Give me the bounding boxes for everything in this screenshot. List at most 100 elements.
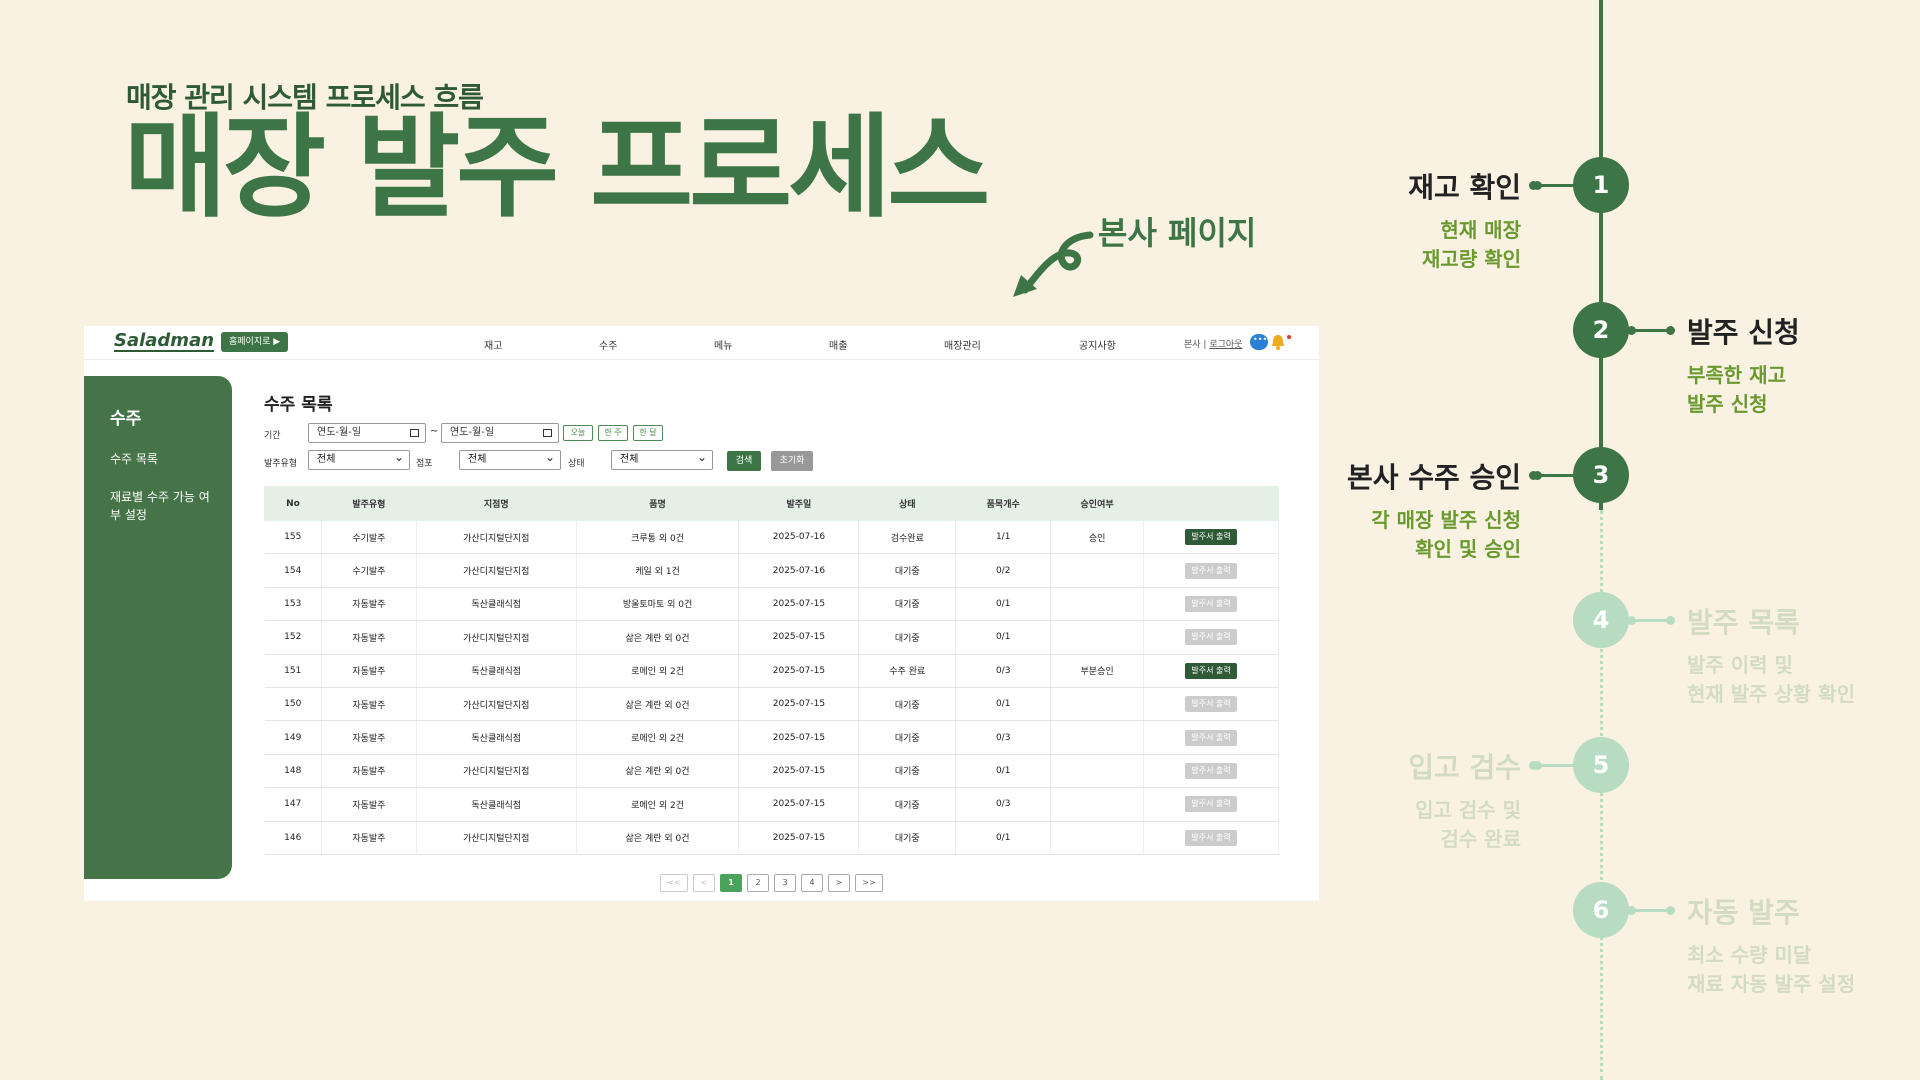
today-button[interactable]: 오늘	[563, 425, 593, 441]
print-order-button[interactable]: 발주서 출력	[1185, 529, 1238, 546]
print-order-button[interactable]: 발주서 출력	[1185, 762, 1238, 779]
print-order-button[interactable]: 발주서 출력	[1185, 562, 1238, 579]
print-order-button[interactable]: 발주서 출력	[1185, 662, 1238, 679]
table-row: 152 자동발주 가산디지털단지점 삶은 계란 외 0건 2025-07-15 대기중 0/…	[264, 620, 1279, 655]
cell-status: 대기중	[858, 620, 957, 655]
search-button[interactable]: 검색	[727, 451, 761, 471]
next-page-button[interactable]: >	[828, 874, 850, 892]
cell-approval: 부분승인	[1050, 654, 1145, 688]
user-separator: |	[1200, 340, 1210, 350]
table-row: 150 자동발주 가산디지털단지점 삶은 계란 외 0건 2025-07-15 대기중 0/…	[264, 687, 1279, 722]
col-action	[1143, 486, 1279, 521]
calendar-icon[interactable]	[410, 429, 419, 437]
cell-order-date: 2025-07-15	[738, 587, 860, 622]
page-4-button[interactable]: 4	[801, 874, 823, 892]
cell-order-type: 자동발주	[321, 687, 417, 722]
cell-action: 발주서 출력	[1143, 520, 1279, 555]
cell-no: 151	[264, 654, 322, 688]
orders-table: No 발주유형 지점명 품명 발주일 상태 품목개수 승인여부 155 수기발주 가…	[264, 486, 1279, 855]
sidebar: 수주 수주 목록 재료별 수주 가능 여부 설정	[84, 376, 232, 879]
cell-item-count: 0/3	[955, 787, 1052, 822]
step-6-description: 재료 자동 발주 설정	[1687, 972, 1856, 996]
step-5-circle: 5	[1573, 737, 1629, 793]
logout-link[interactable]: 로그아웃	[1209, 340, 1242, 350]
calendar-icon[interactable]	[543, 429, 552, 437]
cell-no: 148	[264, 754, 322, 789]
period-label: 기간	[264, 431, 281, 441]
step-1-circle: 1	[1573, 157, 1629, 213]
status-select[interactable]: 전체	[611, 448, 713, 470]
nav-inventory[interactable]: 재고	[484, 337, 502, 352]
step-3-description: 각 매장 발주 신청	[1371, 508, 1521, 532]
cell-store: 독산클래식점	[416, 720, 577, 755]
print-order-button[interactable]: 발주서 출력	[1185, 796, 1238, 813]
nav-store-management[interactable]: 매장관리	[944, 337, 981, 352]
cell-item-count: 0/1	[955, 587, 1052, 622]
home-page-button[interactable]: 홈페이지로 ▶	[221, 332, 289, 352]
reset-button[interactable]: 초기화	[771, 451, 813, 471]
start-date-input[interactable]: 연도-월-일	[308, 423, 426, 443]
start-date-placeholder: 연도-월-일	[317, 427, 362, 438]
cell-status: 대기중	[858, 553, 957, 588]
cell-action: 발주서 출력	[1143, 687, 1279, 722]
table-row: 151 자동발주 독산클래식점 로메인 외 2건 2025-07-15 수주 완료 0/3 부…	[264, 654, 1279, 688]
cell-item: 삶은 계란 외 0건	[576, 687, 740, 722]
cell-order-date: 2025-07-15	[738, 687, 860, 722]
sidebar-item-order-list[interactable]: 수주 목록	[110, 450, 220, 468]
col-approval: 승인여부	[1050, 486, 1145, 521]
cell-no: 149	[264, 720, 322, 755]
notification-dot	[1287, 335, 1291, 339]
step-2-connector	[1627, 326, 1675, 335]
cell-order-type: 자동발주	[321, 620, 417, 655]
cell-item: 로메인 외 2건	[576, 720, 740, 755]
page-1-button[interactable]: 1	[720, 874, 742, 892]
store-label: 점포	[416, 459, 433, 469]
prev-page-button[interactable]: <	[693, 874, 715, 892]
nav-notices[interactable]: 공지사항	[1079, 337, 1116, 352]
table-row: 148 자동발주 가산디지털단지점 삶은 계란 외 0건 2025-07-15 대기중 0/…	[264, 754, 1279, 789]
date-range-tilde: ~	[430, 426, 439, 437]
step-1-description: 재고량 확인	[1422, 247, 1521, 271]
cell-order-type: 수기발주	[321, 520, 417, 555]
cell-approval	[1050, 754, 1145, 789]
step-4-connector	[1627, 616, 1675, 625]
cell-store: 가산디지털단지점	[416, 553, 577, 588]
cell-item-count: 1/1	[955, 520, 1052, 555]
sidebar-item-ingredient-availability[interactable]: 재료별 수주 가능 여부 설정	[110, 488, 220, 524]
cell-action: 발주서 출력	[1143, 553, 1279, 588]
cell-action: 발주서 출력	[1143, 754, 1279, 789]
step-1-title: 재고 확인	[1408, 171, 1521, 204]
cell-order-type: 자동발주	[321, 720, 417, 755]
table-row: 149 자동발주 독산클래식점 로메인 외 2건 2025-07-15 대기중 0/3 발주서…	[264, 720, 1279, 755]
cell-approval	[1050, 553, 1145, 588]
top-nav: Saladman 홈페이지로 ▶ 재고 수주 메뉴 매출 매장관리 공지사항 본…	[84, 326, 1319, 360]
page-3-button[interactable]: 3	[774, 874, 796, 892]
step-4-description: 발주 이력 및	[1687, 653, 1793, 677]
bell-icon[interactable]	[1271, 334, 1285, 350]
last-page-button[interactable]: >>	[855, 874, 883, 892]
print-order-button[interactable]: 발주서 출력	[1185, 595, 1238, 612]
nav-menu[interactable]: 메뉴	[714, 337, 732, 352]
table-row: 147 자동발주 독산클래식점 로메인 외 2건 2025-07-15 대기중 0/3 발주서…	[264, 787, 1279, 822]
nav-sales[interactable]: 매출	[829, 337, 847, 352]
page-2-button[interactable]: 2	[747, 874, 769, 892]
store-select[interactable]: 전체	[459, 448, 561, 470]
chat-icon[interactable]	[1250, 334, 1268, 350]
cell-store: 가산디지털단지점	[416, 520, 577, 555]
logo[interactable]: Saladman	[114, 332, 215, 352]
status-label: 상태	[568, 459, 585, 469]
one-week-button[interactable]: 한 주	[598, 425, 628, 441]
order-type-select[interactable]: 전체	[308, 448, 410, 470]
print-order-button[interactable]: 발주서 출력	[1185, 729, 1238, 746]
end-date-input[interactable]: 연도-월-일	[441, 423, 559, 443]
print-order-button[interactable]: 발주서 출력	[1185, 696, 1238, 713]
first-page-button[interactable]: <<	[660, 874, 688, 892]
order-type-label: 발주유형	[264, 459, 298, 469]
one-month-button[interactable]: 한 달	[633, 425, 663, 441]
print-order-button[interactable]: 발주서 출력	[1185, 829, 1238, 846]
print-order-button[interactable]: 발주서 출력	[1185, 629, 1238, 646]
cell-status: 대기중	[858, 720, 957, 755]
nav-orders[interactable]: 수주	[599, 337, 617, 352]
cell-item: 크루통 외 0건	[576, 520, 740, 555]
cell-approval	[1050, 787, 1145, 822]
